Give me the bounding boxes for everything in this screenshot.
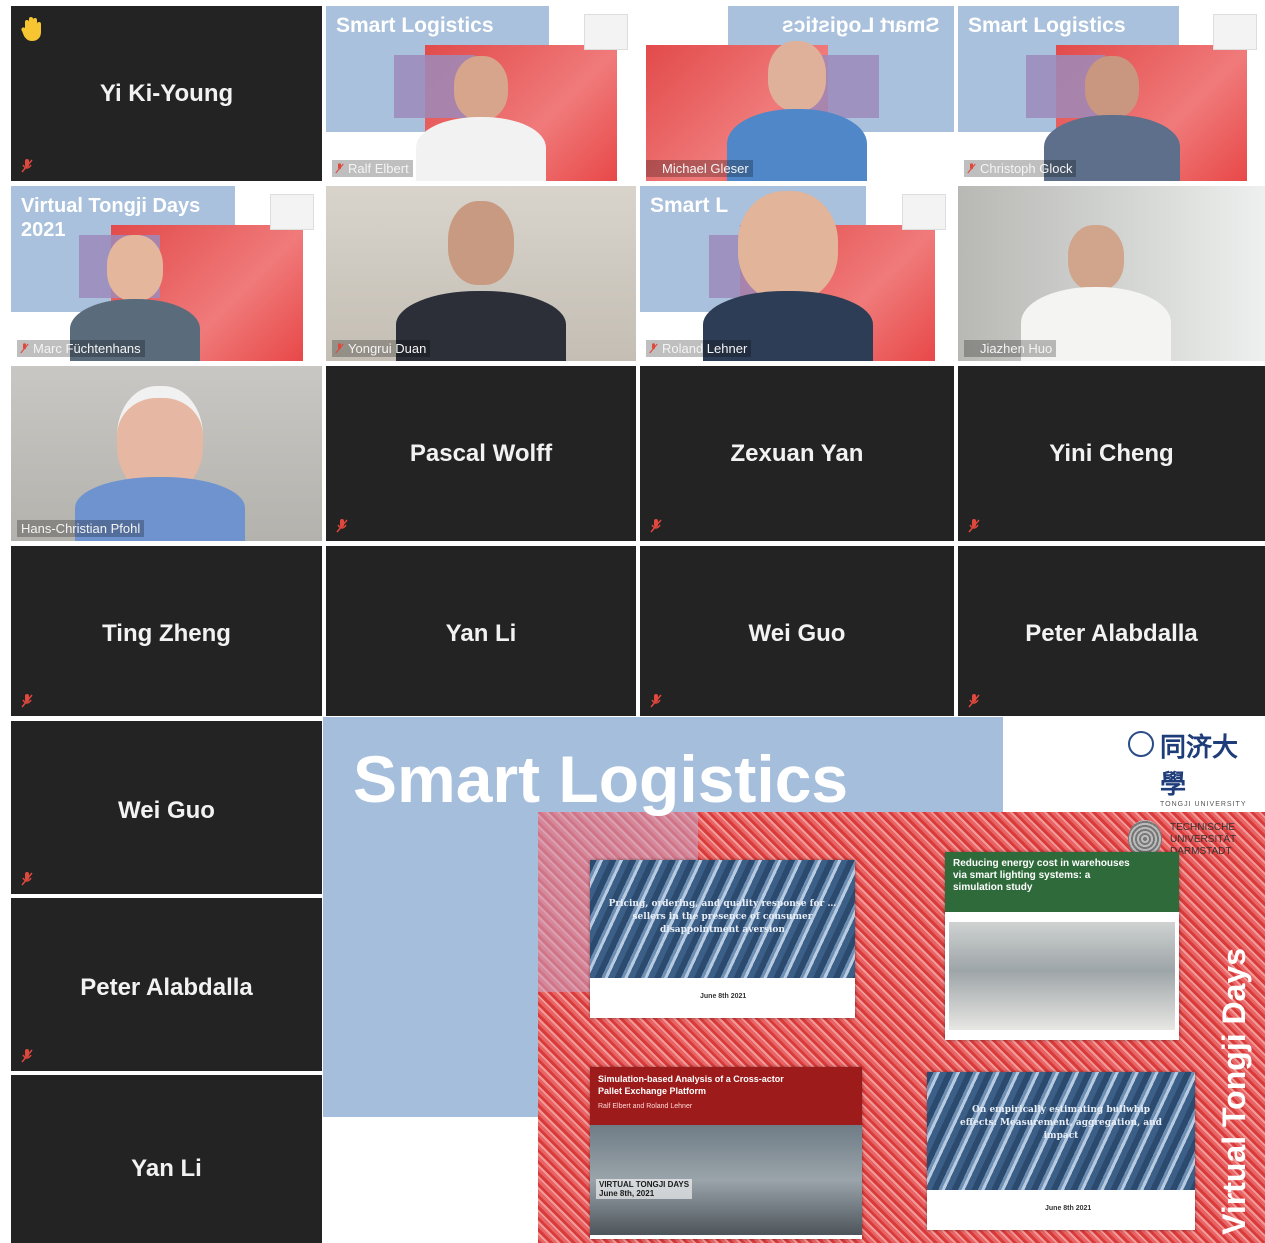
participant-label: Roland Lehner — [646, 340, 752, 357]
participant-tile[interactable]: Peter Alabdalla — [11, 898, 322, 1071]
raised-hand-icon — [21, 16, 47, 44]
participant-video-tile-active[interactable]: Smart Logistics Michael Gleser — [640, 6, 954, 181]
university-logos: 同济大學 TONGJI UNIVERSITY TECHNISCHE UNIVER… — [1128, 727, 1253, 858]
participant-name: Yi Ki-Young — [99, 80, 234, 107]
mic-muted-icon — [21, 159, 33, 173]
university-logo — [902, 194, 946, 230]
slide-vertical-text: Virtual Tongji Days — [1216, 948, 1252, 1235]
participant-tile[interactable]: Yan Li — [326, 546, 636, 716]
mic-muted-icon — [21, 694, 33, 708]
participant-video-tile[interactable]: Smart Logistics Christoph Glock — [958, 6, 1265, 181]
university-logo — [1213, 14, 1257, 50]
university-logo — [584, 14, 628, 50]
participant-name: Yan Li — [445, 620, 517, 647]
participant-video-tile[interactable]: Hans-Christian Pfohl — [11, 366, 322, 541]
participant-name: Peter Alabdalla — [80, 974, 253, 1001]
participant-video-tile[interactable]: Virtual Tongji Days 2021 Marc Füchtenhans — [11, 186, 322, 361]
participant-label: Hans-Christian Pfohl — [17, 520, 145, 537]
participant-video — [75, 386, 246, 541]
slide-title-mirrored: Smart Logistics — [782, 14, 940, 37]
participant-tile[interactable]: Yi Ki-Young — [11, 6, 322, 181]
participant-tile[interactable]: Wei Guo — [11, 721, 322, 894]
participant-name: Zexuan Yan — [730, 440, 864, 467]
participant-video-tile[interactable]: Jiazhen Huo — [958, 186, 1265, 361]
participant-tile[interactable]: Peter Alabdalla — [958, 546, 1265, 716]
participant-tile[interactable]: Yini Cheng — [958, 366, 1265, 541]
participant-video — [702, 191, 873, 361]
mic-muted-icon — [21, 1049, 33, 1063]
slide-title: Smart Logistics — [968, 14, 1126, 37]
participant-tile[interactable]: Yan Li — [11, 1075, 322, 1243]
mic-muted-icon — [650, 694, 662, 708]
participant-label: Christoph Glock — [964, 160, 1077, 177]
slide-title: Smart Logistics — [353, 742, 849, 816]
participant-name: Peter Alabdalla — [1025, 620, 1198, 647]
participant-name: Pascal Wolff — [409, 440, 553, 467]
participant-label: Jiazhen Huo — [964, 340, 1057, 357]
participant-name: Wei Guo — [118, 797, 215, 824]
tongji-emblem-icon — [1128, 731, 1154, 757]
participant-label: Yongrui Duan — [332, 340, 431, 357]
paper-slide-thumbnail: Pricing, ordering, and quality response … — [590, 860, 855, 1018]
paper-slide-thumbnail: Simulation-based Analysis of a Cross-act… — [590, 1067, 862, 1239]
participant-name: Ting Zheng — [102, 620, 231, 647]
mic-muted-icon — [968, 519, 980, 533]
participant-label: Michael Gleser — [646, 160, 753, 177]
participant-tile[interactable]: Zexuan Yan — [640, 366, 954, 541]
participant-video-tile[interactable]: Smart Logistics Ralf Elbert — [326, 6, 636, 181]
slide-title: Smart Logistics — [336, 14, 494, 37]
participant-video-tile[interactable]: Yongrui Duan — [326, 186, 636, 361]
participant-tile[interactable]: Pascal Wolff — [326, 366, 636, 541]
university-logo — [270, 194, 314, 230]
participant-name: Wei Guo — [748, 620, 846, 647]
participant-tile[interactable]: Ting Zheng — [11, 546, 322, 716]
shared-screen: Smart Logistics 同济大學 TONGJI UNIVERSITY T… — [323, 717, 1265, 1243]
mic-muted-icon — [968, 694, 980, 708]
mic-muted-icon — [650, 519, 662, 533]
participant-video — [396, 201, 566, 361]
participant-name: Yini Cheng — [1049, 440, 1174, 467]
paper-slide-thumbnail: Reducing energy cost in warehouses via s… — [945, 852, 1179, 1040]
mic-muted-icon — [336, 519, 348, 533]
paper-slide-thumbnail: On empirically estimating bullwhip effec… — [927, 1072, 1195, 1230]
participant-tile[interactable]: Wei Guo — [640, 546, 954, 716]
participant-label: Ralf Elbert — [332, 160, 413, 177]
participant-video — [416, 56, 546, 181]
participant-name: Yan Li — [131, 1155, 202, 1182]
participant-label: Marc Füchtenhans — [17, 340, 145, 357]
participant-video-tile[interactable]: Smart L Roland Lehner — [640, 186, 954, 361]
mic-muted-icon — [21, 872, 33, 886]
